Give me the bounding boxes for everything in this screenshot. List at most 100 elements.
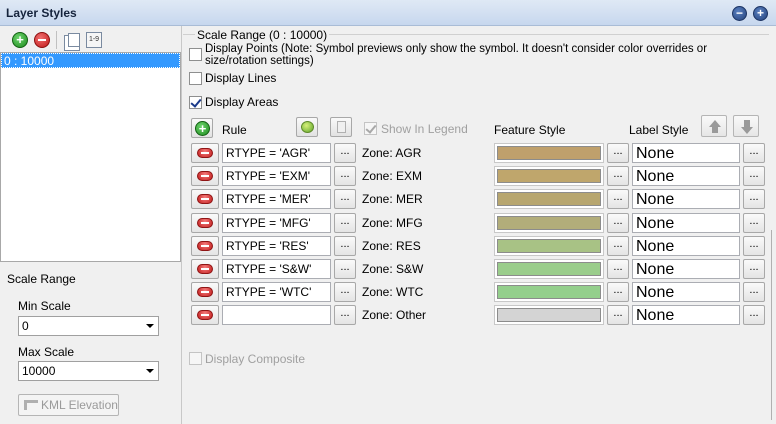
label-style-field[interactable]: None	[632, 259, 740, 279]
kml-elevation-button[interactable]: KML Elevation	[18, 394, 119, 416]
max-scale-select[interactable]: 10000	[18, 361, 159, 381]
edit-label-style-button[interactable]: ...	[743, 259, 765, 279]
edit-feature-style-button[interactable]: ...	[607, 189, 629, 209]
feature-style-preview[interactable]	[494, 305, 604, 325]
theme-rules-button[interactable]	[296, 117, 318, 137]
label-style-field[interactable]: None	[632, 213, 740, 233]
edit-label-style-button[interactable]: ...	[743, 305, 765, 325]
display-composite-checkbox[interactable]	[189, 352, 202, 365]
scrollbar[interactable]	[771, 230, 776, 420]
delete-icon	[197, 194, 213, 204]
min-scale-value: 0	[22, 319, 29, 333]
move-rule-down-button[interactable]	[733, 115, 759, 137]
table-row: RTYPE = 'AGR'... Zone: AGR... None...	[189, 142, 767, 164]
zone-legend-label: Zone: AGR	[362, 146, 422, 160]
delete-icon	[197, 171, 213, 181]
show-in-legend-checkbox[interactable]	[364, 122, 377, 135]
display-areas-checkbox[interactable]	[189, 96, 202, 109]
feature-style-preview[interactable]	[494, 189, 604, 209]
delete-rule-button[interactable]	[191, 166, 219, 186]
delete-rule-button[interactable]	[191, 236, 219, 256]
rule-expression-input[interactable]	[222, 305, 331, 325]
label-style-field[interactable]: None	[632, 189, 740, 209]
display-lines-label: Display Lines	[205, 71, 277, 85]
chevron-down-icon	[146, 324, 154, 328]
list-item[interactable]: 0 : 10000	[1, 53, 180, 68]
feature-style-preview[interactable]	[494, 143, 604, 163]
feature-style-column-header: Feature Style	[494, 123, 566, 137]
feature-style-preview[interactable]	[494, 166, 604, 186]
add-rule-button[interactable]: +	[191, 118, 213, 138]
move-rule-up-button[interactable]	[701, 115, 727, 137]
collapse-icon[interactable]: −	[732, 6, 747, 21]
rule-expression-input[interactable]: RTYPE = 'RES'	[222, 236, 331, 256]
rule-expression-input[interactable]: RTYPE = 'MER'	[222, 189, 331, 209]
min-scale-select[interactable]: 0	[18, 316, 159, 336]
edit-label-style-button[interactable]: ...	[743, 143, 765, 163]
edit-rule-button[interactable]: ...	[334, 305, 356, 325]
edit-rule-button[interactable]: ...	[334, 259, 356, 279]
edit-label-style-button[interactable]: ...	[743, 213, 765, 233]
delete-icon	[197, 287, 213, 297]
add-scale-icon[interactable]: +	[12, 32, 28, 48]
duplicate-rule-button[interactable]	[330, 117, 352, 137]
edit-feature-style-button[interactable]: ...	[607, 166, 629, 186]
delete-rule-button[interactable]	[191, 259, 219, 279]
delete-rule-button[interactable]	[191, 213, 219, 233]
edit-label-style-button[interactable]: ...	[743, 282, 765, 302]
edit-rule-button[interactable]: ...	[334, 236, 356, 256]
delete-rule-button[interactable]	[191, 143, 219, 163]
feature-style-preview[interactable]	[494, 282, 604, 302]
feature-style-swatch	[497, 146, 601, 160]
display-lines-checkbox[interactable]	[189, 72, 202, 85]
edit-rule-button[interactable]: ...	[334, 189, 356, 209]
label-style-field[interactable]: None	[632, 236, 740, 256]
delete-rule-button[interactable]	[191, 282, 219, 302]
table-row: RTYPE = 'S&W'... Zone: S&W... None...	[189, 258, 767, 280]
label-style-field[interactable]: None	[632, 143, 740, 163]
delete-icon	[197, 241, 213, 251]
label-style-field[interactable]: None	[632, 166, 740, 186]
expand-icon[interactable]: +	[753, 6, 768, 21]
edit-feature-style-button[interactable]: ...	[607, 236, 629, 256]
feature-style-swatch	[497, 239, 601, 253]
show-in-legend-label: Show In Legend	[381, 122, 468, 136]
rule-expression-input[interactable]: RTYPE = 'MFG'	[222, 213, 331, 233]
edit-rule-button[interactable]: ...	[334, 143, 356, 163]
sort-scale-icon[interactable]: 1-9	[86, 32, 102, 48]
feature-style-swatch	[497, 285, 601, 299]
edit-label-style-button[interactable]: ...	[743, 189, 765, 209]
edit-feature-style-button[interactable]: ...	[607, 282, 629, 302]
table-row: RTYPE = 'EXM'... Zone: EXM... None...	[189, 165, 767, 187]
feature-style-preview[interactable]	[494, 213, 604, 233]
edit-feature-style-button[interactable]: ...	[607, 213, 629, 233]
edit-rule-button[interactable]: ...	[334, 282, 356, 302]
rule-expression-input[interactable]: RTYPE = 'EXM'	[222, 166, 331, 186]
feature-style-preview[interactable]	[494, 259, 604, 279]
edit-label-style-button[interactable]: ...	[743, 166, 765, 186]
remove-scale-icon[interactable]	[34, 32, 50, 48]
edit-label-style-button[interactable]: ...	[743, 236, 765, 256]
display-points-checkbox[interactable]	[189, 48, 202, 61]
edit-rule-button[interactable]: ...	[334, 213, 356, 233]
rule-expression-input[interactable]: RTYPE = 'WTC'	[222, 282, 331, 302]
display-points-label: Display Points (Note: Symbol previews on…	[205, 43, 708, 67]
copy-scale-icon[interactable]	[64, 33, 80, 51]
edit-feature-style-button[interactable]: ...	[607, 259, 629, 279]
delete-rule-button[interactable]	[191, 189, 219, 209]
add-rule-icon: +	[195, 121, 210, 136]
scale-range-list[interactable]: 0 : 10000	[0, 52, 181, 262]
feature-style-swatch	[497, 216, 601, 230]
feature-style-swatch	[497, 169, 601, 183]
edit-feature-style-button[interactable]: ...	[607, 305, 629, 325]
label-style-field[interactable]: None	[632, 282, 740, 302]
edit-feature-style-button[interactable]: ...	[607, 143, 629, 163]
feature-style-preview[interactable]	[494, 236, 604, 256]
rule-expression-input[interactable]: RTYPE = 'AGR'	[222, 143, 331, 163]
label-style-field[interactable]: None	[632, 305, 740, 325]
max-scale-label: Max Scale	[18, 345, 75, 359]
rule-expression-input[interactable]: RTYPE = 'S&W'	[222, 259, 331, 279]
edit-rule-button[interactable]: ...	[334, 166, 356, 186]
delete-rule-button[interactable]	[191, 305, 219, 325]
delete-icon	[197, 218, 213, 228]
